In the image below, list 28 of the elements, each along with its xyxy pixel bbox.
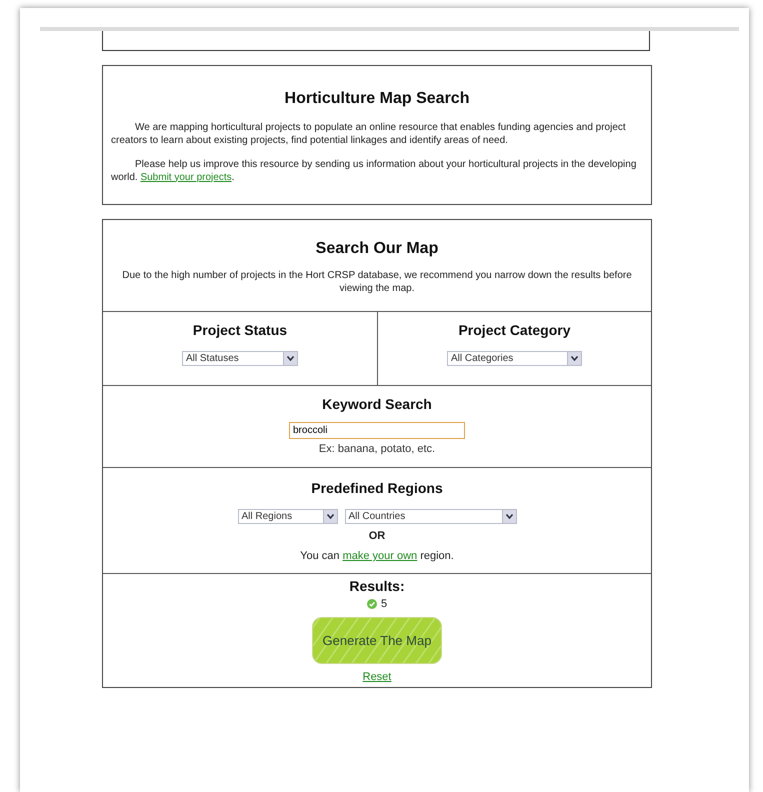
caret-icon bbox=[506, 514, 512, 519]
country-dropdown[interactable]: All Countries bbox=[344, 509, 516, 524]
reset-link[interactable]: Reset bbox=[362, 670, 392, 682]
category-dropdown[interactable]: All Categories bbox=[447, 351, 582, 366]
hint-text: Ex: banana, potato, etc. bbox=[318, 443, 436, 455]
caret-icon bbox=[287, 356, 294, 361]
generate-map-button[interactable]: Generate The Map bbox=[312, 616, 442, 664]
check-icon bbox=[366, 598, 377, 608]
or-text: OR bbox=[368, 530, 386, 542]
status-dropdown[interactable]: All Statuses bbox=[182, 351, 298, 366]
caret-icon bbox=[326, 514, 334, 519]
make-region-link[interactable]: make your own bbox=[342, 550, 418, 562]
field-label: Project Status bbox=[192, 322, 288, 338]
field-label: Predefined Regions bbox=[310, 480, 444, 496]
results-label: Results: bbox=[348, 578, 406, 594]
section-title: Search Our Map bbox=[314, 240, 440, 258]
caret-icon bbox=[571, 356, 578, 361]
intro-paragraph: Please help us improve this resource by sending us information about your horticultural projects in the developing world. Submit your projects. bbox=[111, 159, 638, 184]
field-label: Project Category bbox=[457, 322, 572, 338]
submit-link[interactable]: Submit your projects bbox=[140, 172, 232, 182]
region-text: You can make your own region. bbox=[299, 550, 455, 562]
region-dropdown[interactable]: All Regions bbox=[238, 509, 338, 524]
field-label: Keyword Search bbox=[321, 396, 433, 412]
section-title: Horticulture Map Search bbox=[284, 90, 470, 108]
description-text: Due to the high number of projects in the Hort CRSP database, we recommend you narrow down the results before viewing the map. bbox=[121, 270, 633, 295]
keyword-field[interactable]: broccoli bbox=[289, 422, 465, 439]
results-count: 5 bbox=[380, 598, 388, 610]
intro-paragraph: We are mapping horticultural projects to populate an online resource that enables funding agencies and project creators to learn about existing projects, find potential linkages and identify areas of need. bbox=[111, 122, 627, 147]
